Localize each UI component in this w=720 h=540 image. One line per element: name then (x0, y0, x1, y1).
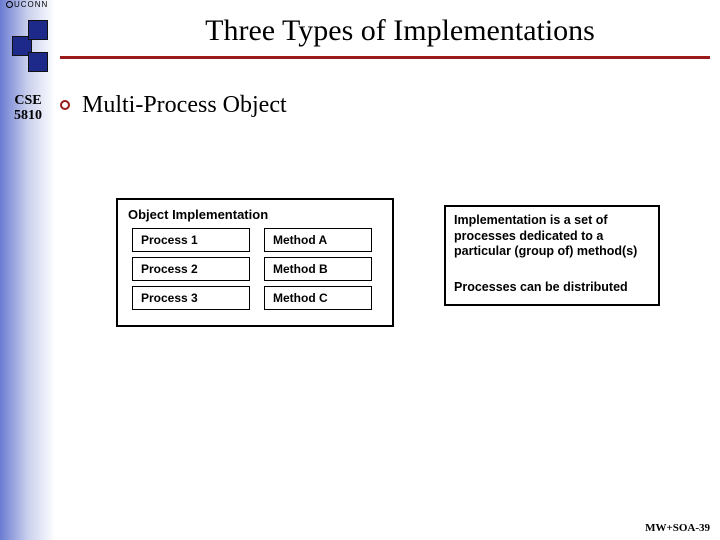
method-cell: Method A (264, 228, 372, 252)
bullet-item: Multi-Process Object (60, 92, 287, 119)
course-num: 5810 (8, 108, 48, 123)
description-box: Implementation is a set of processes ded… (444, 205, 660, 306)
process-cell: Process 2 (132, 257, 250, 281)
sidebar-gradient (0, 0, 55, 540)
impl-row: Process 1 Method A (132, 228, 378, 252)
uconn-label: UCONN (14, 0, 48, 9)
title-divider (60, 56, 710, 59)
method-cell: Method C (264, 286, 372, 310)
process-cell: Process 1 (132, 228, 250, 252)
impl-row: Process 2 Method B (132, 257, 378, 281)
bullet-label: Multi-Process Object (82, 92, 287, 118)
bullet-icon (60, 100, 70, 110)
impl-row: Process 3 Method C (132, 286, 378, 310)
uconn-logo-icon (10, 18, 50, 76)
description-p1: Implementation is a set of processes ded… (454, 213, 650, 260)
object-implementation-heading: Object Implementation (128, 207, 382, 222)
process-cell: Process 3 (132, 286, 250, 310)
slide-footer: MW+SOA-39 (645, 522, 710, 534)
uconn-brand: UCONN (6, 0, 48, 9)
course-dept: CSE (8, 93, 48, 108)
method-cell: Method B (264, 257, 372, 281)
course-code: CSE 5810 (8, 93, 48, 124)
object-implementation-box: Object Implementation Process 1 Method A… (116, 198, 394, 327)
page-title: Three Types of Implementations (100, 14, 700, 48)
description-p2: Processes can be distributed (454, 280, 650, 296)
